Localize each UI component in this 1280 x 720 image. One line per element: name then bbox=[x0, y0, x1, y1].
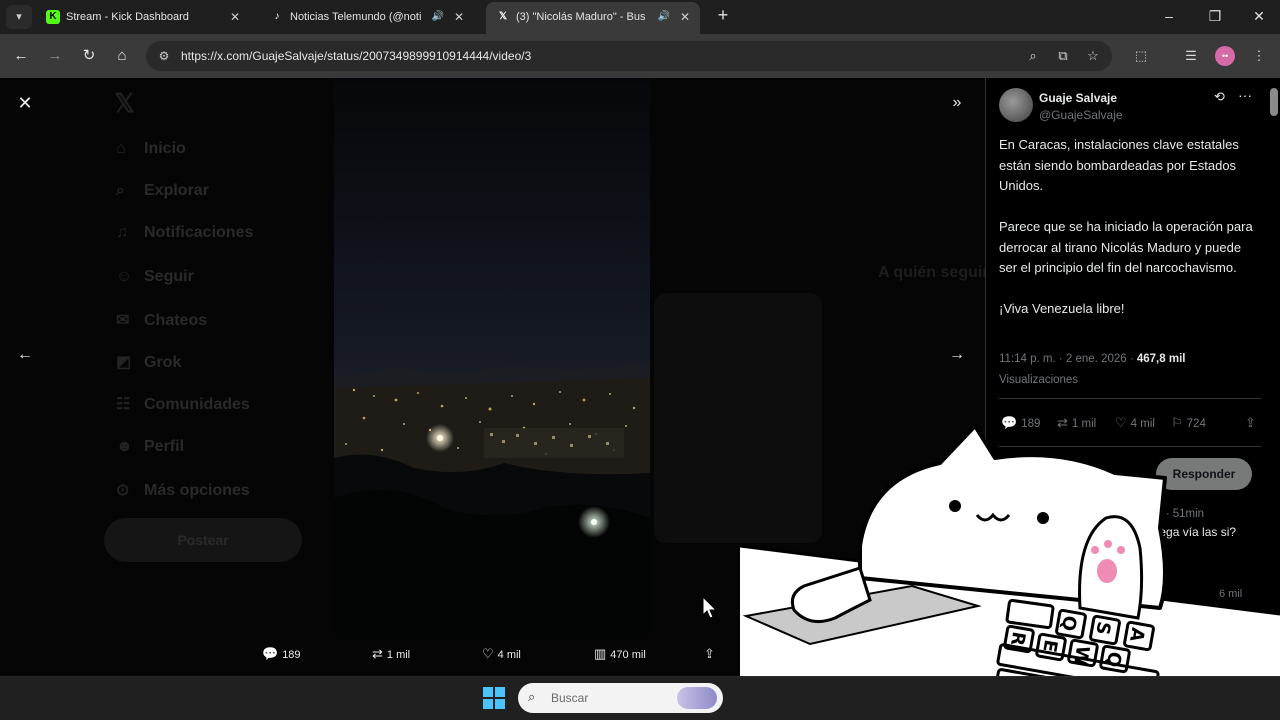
like-stat[interactable]: ♡ 4 mil bbox=[482, 646, 521, 662]
close-tab-icon[interactable]: ✕ bbox=[680, 2, 690, 32]
person-add-icon: ☺ bbox=[116, 268, 133, 285]
tab-noticias-telemundo[interactable]: ♪ Noticias Telemundo (@noti 🔊 ✕ bbox=[260, 2, 474, 34]
taskbar-search-input[interactable]: ⌕ Buscar bbox=[518, 683, 723, 713]
repost-icon: ⇄ bbox=[372, 646, 383, 661]
extensions-icon[interactable]: ⬚ bbox=[1130, 45, 1152, 67]
tweet-text: En Caracas, instalaciones clave estatale… bbox=[999, 135, 1261, 340]
bookmark-star-icon[interactable]: ☆ bbox=[1082, 45, 1104, 67]
sidebar-item-seguir: ☺ Seguir bbox=[116, 268, 194, 285]
speaker-icon[interactable]: 🔊 bbox=[658, 2, 670, 32]
bell-icon: ♫ bbox=[116, 224, 128, 241]
previous-arrow-icon[interactable]: ← bbox=[14, 344, 36, 366]
tab-title: Stream - Kick Dashboard bbox=[66, 11, 189, 23]
tab-search-menu-button[interactable]: ▾ bbox=[6, 5, 32, 29]
views-label: Visualizaciones bbox=[999, 374, 1079, 386]
sidebar-item-inicio: ⌂ Inicio bbox=[116, 140, 186, 157]
windows-taskbar: ⌕ Buscar bbox=[0, 676, 1280, 720]
video-player[interactable] bbox=[334, 78, 650, 638]
home-icon: ⌂ bbox=[116, 140, 126, 157]
mail-icon: ✉ bbox=[116, 312, 130, 329]
divider bbox=[999, 398, 1261, 399]
tweet-paragraph: Parece que se ha iniciado la operación p… bbox=[999, 219, 1253, 275]
sidebar-item-explorar: ⌕ Explorar bbox=[116, 182, 209, 199]
panel-scrollbar[interactable] bbox=[1270, 88, 1278, 116]
sidebar-item-grok: ◩ Grok bbox=[116, 354, 182, 371]
tab-title: (3) "Nicolás Maduro" - Bus bbox=[516, 11, 646, 23]
user-icon: ☻ bbox=[116, 438, 133, 455]
search-highlight-image bbox=[677, 687, 717, 709]
post-button: Postear bbox=[104, 518, 302, 562]
profile-avatar[interactable]: •• bbox=[1215, 46, 1235, 66]
url-text[interactable]: https://x.com/GuajeSalvaje/status/200734… bbox=[181, 49, 531, 63]
x-icon: 𝕏 bbox=[498, 11, 508, 22]
windows-start-icon[interactable] bbox=[482, 686, 506, 710]
reading-list-icon[interactable]: ☰ bbox=[1180, 45, 1202, 67]
search-placeholder: Buscar bbox=[551, 691, 589, 705]
next-arrow-icon[interactable]: → bbox=[946, 344, 968, 366]
tweet-paragraph: En Caracas, instalaciones clave estatale… bbox=[999, 137, 1239, 193]
reload-icon[interactable]: ↻ bbox=[77, 44, 101, 68]
tiktok-icon: ♪ bbox=[274, 11, 280, 22]
share-icon[interactable]: ⇪ bbox=[704, 646, 719, 662]
heart-icon: ♡ bbox=[482, 646, 494, 661]
forward-arrow-icon[interactable]: → bbox=[43, 44, 67, 68]
mouse-cursor-icon bbox=[702, 596, 718, 619]
views-stat[interactable]: ▥ 470 mil bbox=[594, 646, 646, 662]
new-tab-button[interactable]: + bbox=[712, 4, 734, 28]
browser-menu-icon[interactable]: ⋮ bbox=[1248, 45, 1270, 67]
repost-stat[interactable]: ⇄ 1 mil bbox=[372, 646, 410, 662]
close-window-button[interactable]: ✕ bbox=[1236, 0, 1280, 32]
home-icon[interactable]: ⌂ bbox=[110, 44, 134, 68]
key-label: W bbox=[1069, 644, 1093, 667]
kick-icon: K bbox=[46, 10, 60, 24]
reply-icon: 💬 bbox=[262, 646, 279, 661]
grok-icon: ◩ bbox=[116, 354, 132, 371]
tweet-timestamp[interactable]: 11:14 p. m. · 2 ene. 2026 · 467,8 mil bbox=[999, 353, 1185, 365]
back-arrow-icon[interactable]: ← bbox=[9, 44, 33, 68]
grok-icon[interactable]: ⟲ bbox=[1214, 89, 1225, 105]
close-icon[interactable]: ✕ bbox=[14, 92, 36, 114]
tab-title: Noticias Telemundo (@noti bbox=[290, 11, 422, 23]
people-icon: ☷ bbox=[116, 396, 131, 413]
tweet-paragraph: ¡Viva Venezuela libre! bbox=[999, 301, 1125, 316]
tab-nicolas-maduro-search[interactable]: 𝕏 (3) "Nicolás Maduro" - Bus 🔊 ✕ bbox=[486, 2, 700, 34]
search-icon: ⌕ bbox=[116, 182, 125, 199]
more-circle-icon: ⊙ bbox=[116, 482, 130, 499]
tab-kick-dashboard[interactable]: K Stream - Kick Dashboard ✕ bbox=[36, 2, 250, 34]
more-icon[interactable]: ··· bbox=[1238, 87, 1252, 103]
who-to-follow-heading: A quién seguir bbox=[878, 264, 989, 281]
view-count: 467,8 mil bbox=[1136, 353, 1186, 365]
avatar[interactable] bbox=[999, 88, 1033, 122]
browser-tabbar: ▾ K Stream - Kick Dashboard ✕ ♪ Noticias… bbox=[0, 0, 1280, 34]
restore-button[interactable]: ❐ bbox=[1192, 0, 1238, 32]
dimmed-sidebar: ⌂ Inicio ⌕ Explorar ♫ Notificaciones ☺ Segui… bbox=[104, 78, 324, 676]
sidebar-item-comunidades: ☷ Comunidades bbox=[116, 396, 250, 413]
speaker-icon[interactable]: 🔊 bbox=[432, 2, 444, 32]
site-info-icon[interactable]: ⚙ bbox=[154, 46, 174, 66]
browser-toolbar: ← → ↻ ⌂ ⚙ https://x.com/GuajeSalvaje/sta… bbox=[0, 34, 1280, 78]
address-bar[interactable]: ⚙ https://x.com/GuajeSalvaje/status/2007… bbox=[146, 41, 1112, 71]
author-handle[interactable]: @GuajeSalvaje bbox=[1039, 108, 1123, 122]
close-tab-icon[interactable]: ✕ bbox=[230, 2, 240, 32]
sidebar-item-mas-opciones: ⊙ Más opciones bbox=[116, 482, 250, 499]
bar-chart-icon: ▥ bbox=[594, 646, 607, 661]
install-app-icon[interactable]: ⧉ bbox=[1052, 45, 1074, 67]
minimize-button[interactable]: – bbox=[1146, 0, 1192, 32]
media-stats-bar: 💬 189 ⇄ 1 mil ♡ 4 mil ▥ 470 mil ⇪ bbox=[0, 640, 740, 670]
close-tab-icon[interactable]: ✕ bbox=[454, 2, 464, 32]
sidebar-item-notificaciones: ♫ Notificaciones bbox=[116, 224, 254, 241]
collapse-panel-icon[interactable]: » bbox=[946, 92, 968, 114]
sidebar-item-perfil: ☻ Perfil bbox=[116, 438, 185, 455]
author-name[interactable]: Guaje Salvaje bbox=[1039, 91, 1117, 105]
sidebar-item-chateos: ✉ Chateos bbox=[116, 312, 208, 329]
zoom-search-icon[interactable]: ⌕ bbox=[1022, 45, 1044, 67]
reply-stat[interactable]: 💬 189 bbox=[262, 646, 301, 662]
bongo-cat-overlay: Q S A R E W Q bbox=[740, 424, 1280, 720]
night-city-video-frame bbox=[334, 78, 650, 638]
search-icon: ⌕ bbox=[528, 689, 536, 704]
